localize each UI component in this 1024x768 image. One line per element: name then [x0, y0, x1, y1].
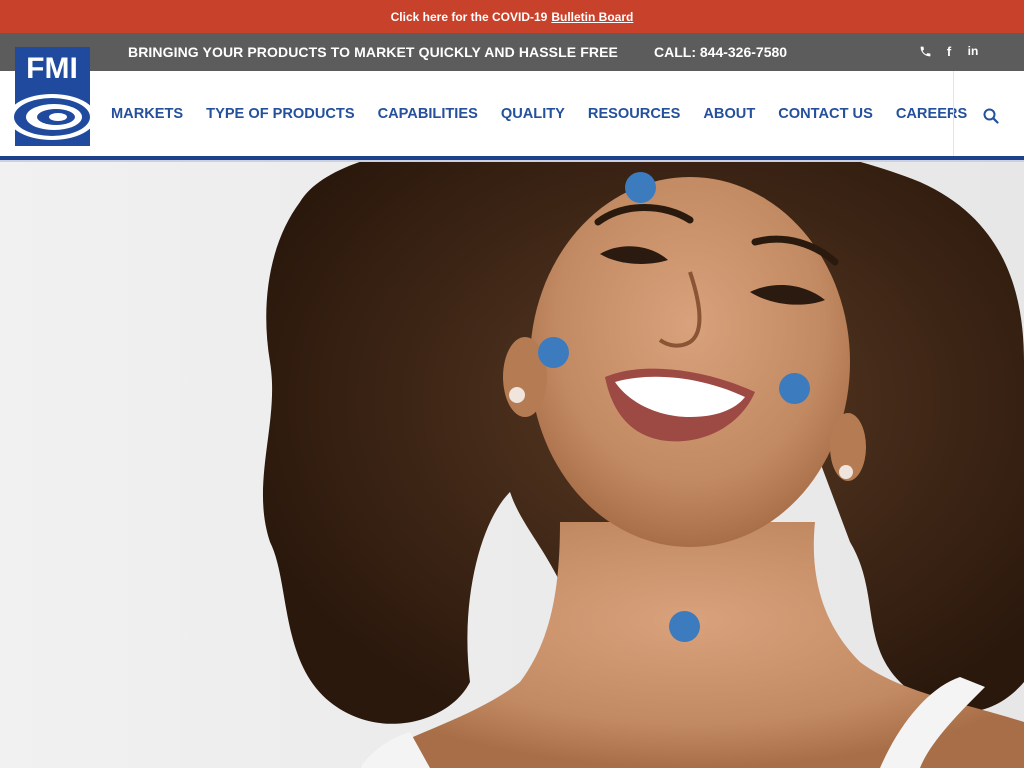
linkedin-icon[interactable]: in — [966, 43, 980, 59]
hero-illustration — [263, 162, 1024, 768]
nav-quality[interactable]: QUALITY — [501, 106, 565, 122]
nav-resources[interactable]: RESOURCES — [588, 106, 680, 122]
nav-capabilities[interactable]: CAPABILITIES — [378, 106, 478, 122]
nav-contact-us[interactable]: CONTACT US — [778, 106, 873, 122]
bulletin-board-link[interactable]: Bulletin Board — [551, 10, 633, 24]
tagline: BRINGING YOUR PRODUCTS TO MARKET QUICKLY… — [128, 44, 618, 60]
nav-markets[interactable]: MARKETS — [111, 106, 183, 122]
hero-banner — [0, 162, 1024, 768]
facebook-icon[interactable]: f — [942, 43, 956, 59]
nav-type-of-products[interactable]: TYPE OF PRODUCTS — [206, 106, 354, 122]
nav-divider — [953, 71, 954, 157]
search-icon[interactable] — [980, 105, 1002, 127]
announcement-text: Click here for the COVID-19 — [390, 9, 548, 24]
covid-announcement-bar[interactable]: Click here for the COVID-19 Bulletin Boa… — [0, 0, 1024, 33]
nav-careers[interactable]: CAREERS — [896, 106, 967, 122]
hotspot-cheek[interactable] — [779, 373, 810, 404]
primary-nav: MARKETS TYPE OF PRODUCTS CAPABILITIES QU… — [111, 106, 967, 122]
hotspot-ear[interactable] — [538, 337, 569, 368]
social-links: f in — [918, 43, 980, 59]
hotspot-forehead[interactable] — [625, 172, 656, 203]
hotspot-neck[interactable] — [669, 611, 700, 642]
phone-number[interactable]: CALL: 844-326-7580 — [654, 44, 787, 60]
nav-about[interactable]: ABOUT — [703, 106, 755, 122]
logo-text: FMI — [26, 52, 78, 85]
phone-icon[interactable] — [918, 43, 932, 59]
top-info-strip: BRINGING YOUR PRODUCTS TO MARKET QUICKLY… — [0, 33, 1024, 71]
fmi-logo[interactable]: FMI — [8, 47, 98, 147]
